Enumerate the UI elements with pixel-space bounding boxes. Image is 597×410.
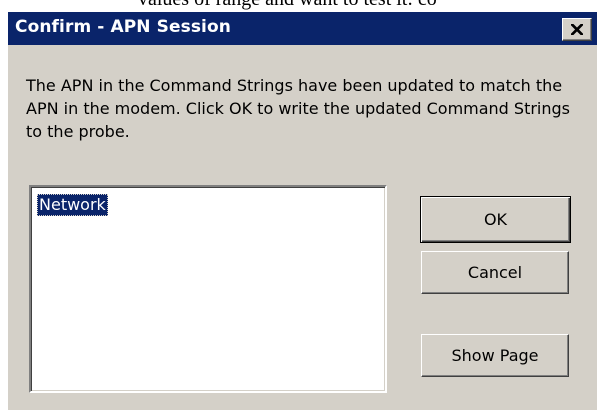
background-document-fragment: values of range and want to test it: co bbox=[0, 0, 597, 12]
cancel-button[interactable]: Cancel bbox=[421, 251, 569, 294]
close-icon bbox=[571, 24, 583, 35]
dialog-message: The APN in the Command Strings have been… bbox=[26, 76, 571, 141]
show-page-button-label: Show Page bbox=[451, 346, 539, 365]
background-cut-text: values of range and want to test it: co bbox=[138, 0, 437, 11]
close-button[interactable] bbox=[562, 18, 592, 41]
cancel-button-label: Cancel bbox=[467, 263, 523, 282]
list-item-network[interactable]: Network bbox=[37, 194, 108, 216]
show-page-button[interactable]: Show Page bbox=[421, 334, 569, 377]
dialog-titlebar[interactable]: Confirm - APN Session bbox=[8, 12, 597, 45]
dialog-title: Confirm - APN Session bbox=[15, 17, 231, 37]
ok-button-label: OK bbox=[483, 210, 508, 229]
confirm-dialog: Confirm - APN Session The APN in the Com… bbox=[7, 12, 597, 410]
ok-button[interactable]: OK bbox=[420, 196, 571, 243]
network-listbox[interactable]: Network bbox=[29, 185, 387, 393]
